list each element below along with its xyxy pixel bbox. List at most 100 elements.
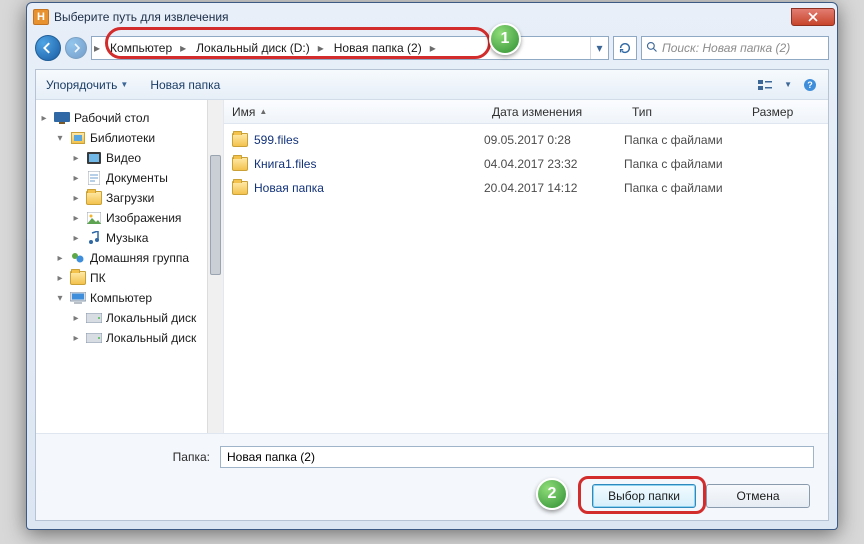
tree-item-downloads[interactable]: ▸ Загрузки <box>36 188 223 208</box>
expander-icon[interactable]: ▸ <box>70 313 82 324</box>
sort-asc-icon: ▲ <box>259 107 267 116</box>
folder-label: Папка: <box>50 450 210 464</box>
file-type: Папка с файлами <box>624 181 744 195</box>
button-row: Выбор папки Отмена <box>50 484 814 508</box>
music-icon <box>86 230 102 246</box>
breadcrumb-segment[interactable]: Новая папка (2) <box>326 37 428 59</box>
expander-icon[interactable]: ▸ <box>70 233 82 244</box>
search-placeholder: Поиск: Новая папка (2) <box>662 41 790 55</box>
nav-back-button[interactable] <box>35 35 61 61</box>
nav-row: ▸ Компьютер ▸ Локальный диск (D:) ▸ Нова… <box>35 31 829 65</box>
tree-item-desktop[interactable]: ▸ Рабочий стол <box>36 108 223 128</box>
annotation-badge: 1 <box>489 23 521 55</box>
file-name: Книга1.files <box>254 157 316 171</box>
window-title: Выберите путь для извлечения <box>54 10 229 24</box>
col-type[interactable]: Тип <box>624 105 744 119</box>
pc-icon <box>70 270 86 286</box>
expander-icon[interactable]: ▸ <box>70 173 82 184</box>
computer-icon <box>70 290 86 306</box>
folder-row: Папка: <box>50 446 814 468</box>
col-size[interactable]: Размер <box>744 105 824 119</box>
expander-icon[interactable]: ▾ <box>54 293 66 304</box>
documents-icon <box>86 170 102 186</box>
folder-icon <box>232 133 248 147</box>
tree-item-video[interactable]: ▸ Видео <box>36 148 223 168</box>
close-button[interactable] <box>791 8 835 26</box>
nav-forward-button[interactable] <box>65 37 87 59</box>
expander-icon[interactable]: ▾ <box>54 133 66 144</box>
file-date: 09.05.2017 0:28 <box>484 133 624 147</box>
file-row[interactable]: Новая папка20.04.2017 14:12Папка с файла… <box>224 176 828 200</box>
tree-item-documents[interactable]: ▸ Документы <box>36 168 223 188</box>
toolbar: Упорядочить ▼ Новая папка ▼ ? <box>36 70 828 100</box>
view-options-button[interactable] <box>758 77 774 93</box>
folder-icon <box>232 181 248 195</box>
nav-tree[interactable]: ▸ Рабочий стол ▾ Библиотеки ▸ Видео ▸ <box>36 100 224 433</box>
file-name: 599.files <box>254 133 299 147</box>
help-icon: ? <box>803 78 817 92</box>
close-icon <box>808 12 818 22</box>
tree-item-homegroup[interactable]: ▸ Домашняя группа <box>36 248 223 268</box>
view-icon <box>758 79 774 91</box>
tree-item-pc[interactable]: ▸ ПК <box>36 268 223 288</box>
tree-item-libraries[interactable]: ▾ Библиотеки <box>36 128 223 148</box>
dialog-window: H Выберите путь для извлечения ▸ Компьют… <box>26 2 838 530</box>
search-input[interactable]: Поиск: Новая папка (2) <box>641 36 829 60</box>
tree-item-music[interactable]: ▸ Музыка <box>36 228 223 248</box>
arrow-right-icon <box>71 43 81 53</box>
chevron-right-icon: ▸ <box>428 41 438 55</box>
expander-icon[interactable]: ▸ <box>70 153 82 164</box>
chevron-right-icon: ▸ <box>178 41 188 55</box>
help-button[interactable]: ? <box>802 77 818 93</box>
file-rows: 599.files09.05.2017 0:28Папка с файламиК… <box>224 124 828 433</box>
expander-icon[interactable]: ▸ <box>54 253 66 264</box>
content-frame: Упорядочить ▼ Новая папка ▼ ? ▸ <box>35 69 829 521</box>
bottom-panel: Папка: Выбор папки Отмена 2 <box>36 433 828 520</box>
chevron-down-icon: ▼ <box>784 80 792 89</box>
expander-icon[interactable]: ▸ <box>70 193 82 204</box>
file-type: Папка с файлами <box>624 133 744 147</box>
breadcrumb-segment[interactable]: Локальный диск (D:) <box>188 37 316 59</box>
tree-item-local-disk[interactable]: ▸ Локальный диск <box>36 308 223 328</box>
file-date: 04.04.2017 23:32 <box>484 157 624 171</box>
desktop-icon <box>54 110 70 126</box>
tree-item-local-disk[interactable]: ▸ Локальный диск <box>36 328 223 348</box>
file-row[interactable]: Книга1.files04.04.2017 23:32Папка с файл… <box>224 152 828 176</box>
annotation-badge: 2 <box>536 478 568 510</box>
address-dropdown-button[interactable]: ▾ <box>590 37 608 59</box>
tree-item-computer[interactable]: ▾ Компьютер <box>36 288 223 308</box>
address-bar[interactable]: ▸ Компьютер ▸ Локальный диск (D:) ▸ Нова… <box>91 36 609 60</box>
select-folder-button[interactable]: Выбор папки <box>592 484 696 508</box>
folder-input[interactable] <box>220 446 814 468</box>
chevron-right-icon: ▸ <box>316 41 326 55</box>
search-icon <box>646 41 658 56</box>
breadcrumb-segment[interactable]: Компьютер <box>102 37 178 59</box>
tree-item-images[interactable]: ▸ Изображения <box>36 208 223 228</box>
svg-text:?: ? <box>807 80 813 90</box>
organize-label: Упорядочить <box>46 78 117 92</box>
expander-icon[interactable]: ▸ <box>38 113 50 124</box>
libraries-icon <box>70 130 86 146</box>
file-row[interactable]: 599.files 09.05.2017 0:28Папка с файлами <box>224 128 828 152</box>
tree-scrollbar[interactable] <box>207 100 223 433</box>
column-headers: Имя ▲ Дата изменения Тип Размер <box>224 100 828 124</box>
chevron-down-icon: ▼ <box>120 80 128 89</box>
col-date[interactable]: Дата изменения <box>484 105 624 119</box>
homegroup-icon <box>70 250 86 266</box>
folder-icon <box>232 157 248 171</box>
organize-menu[interactable]: Упорядочить ▼ <box>46 78 128 92</box>
app-icon: H <box>33 9 49 25</box>
expander-icon[interactable]: ▸ <box>70 213 82 224</box>
cancel-button[interactable]: Отмена <box>706 484 810 508</box>
refresh-button[interactable] <box>613 36 637 60</box>
expander-icon[interactable]: ▸ <box>54 273 66 284</box>
new-folder-label: Новая папка <box>150 78 220 92</box>
images-icon <box>86 210 102 226</box>
new-folder-button[interactable]: Новая папка <box>150 78 220 92</box>
downloads-icon <box>86 190 102 206</box>
col-name[interactable]: Имя ▲ <box>224 105 484 119</box>
scrollbar-thumb[interactable] <box>210 155 221 275</box>
expander-icon[interactable]: ▸ <box>70 333 82 344</box>
titlebar: H Выберите путь для извлечения <box>27 3 837 31</box>
file-name: Новая папка <box>254 181 324 195</box>
